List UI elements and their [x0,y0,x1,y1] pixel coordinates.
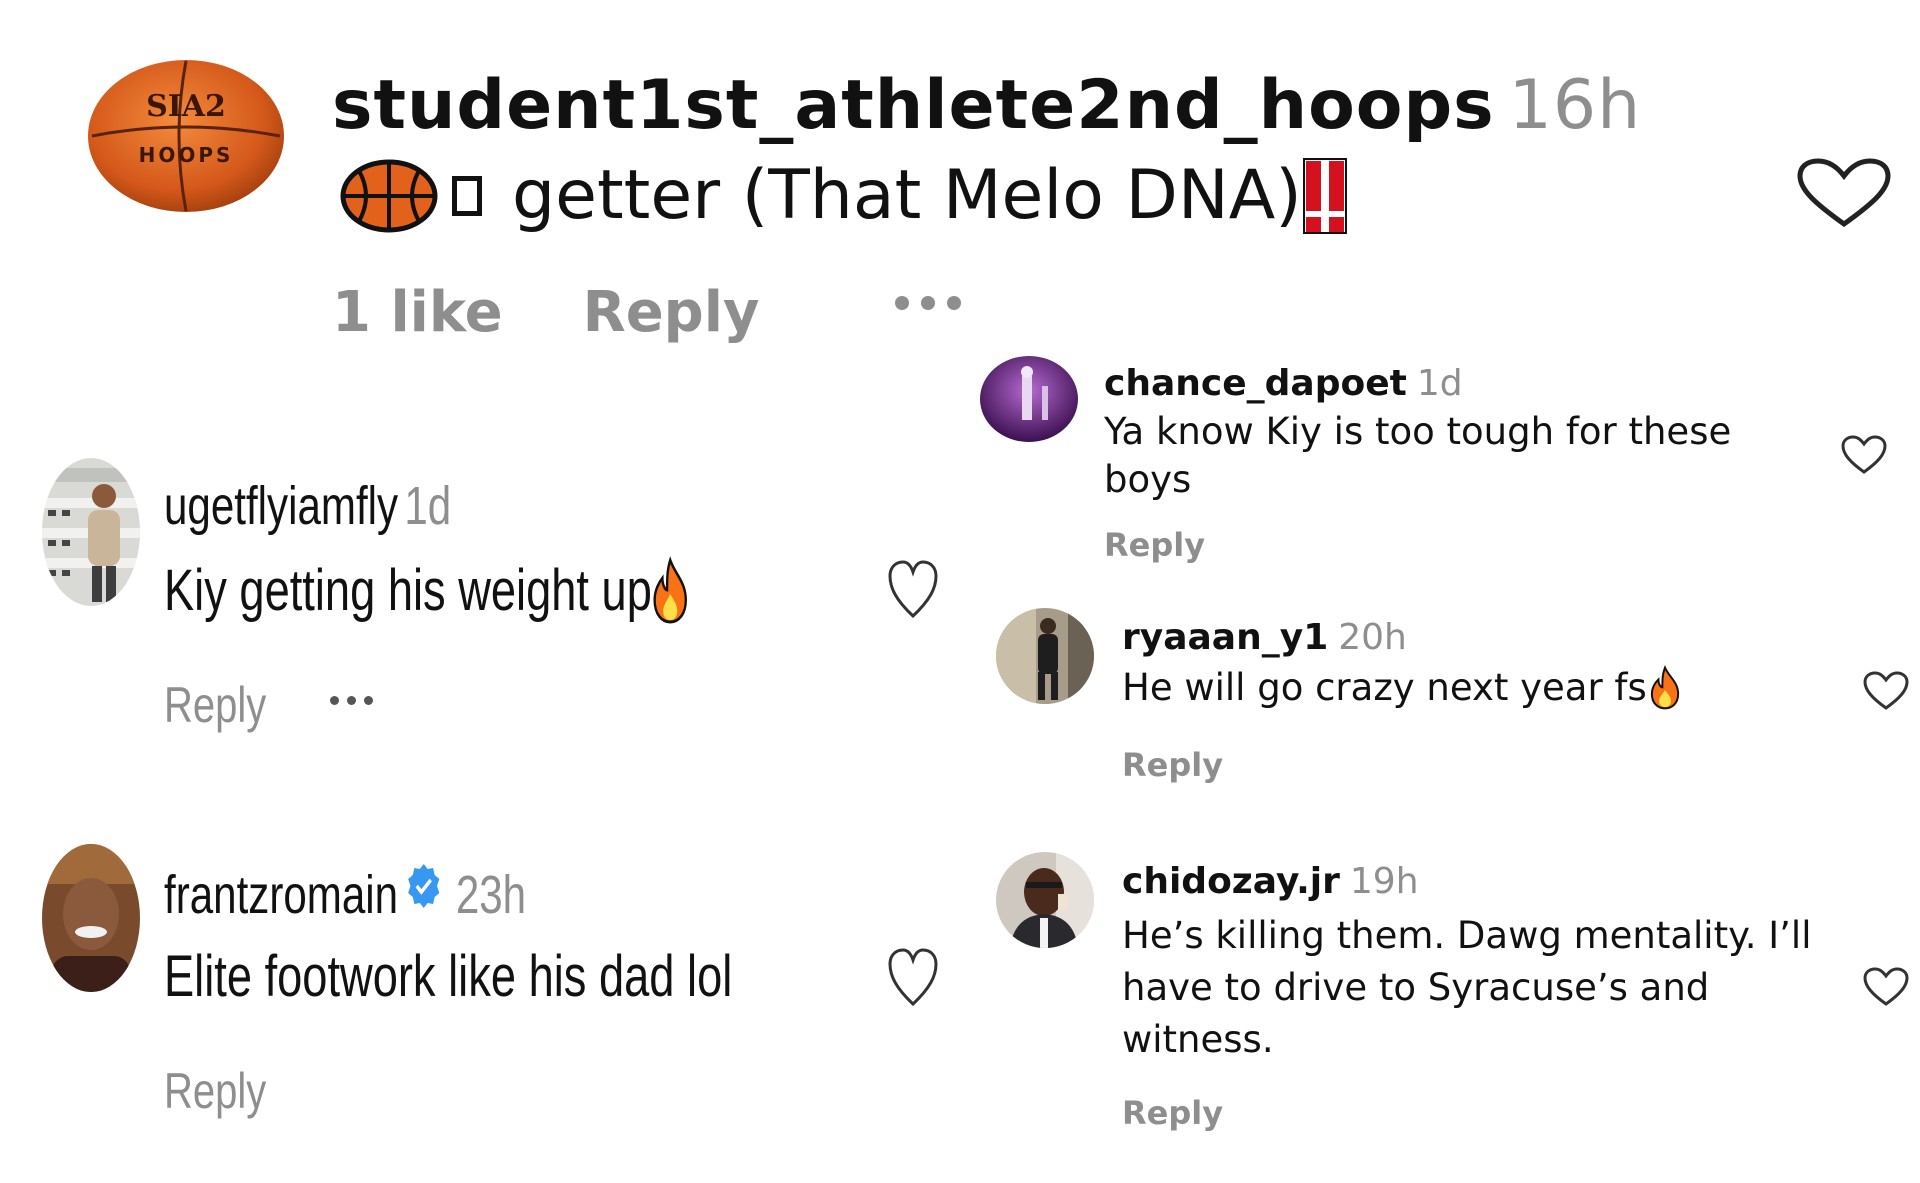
comment-username-line: ryaaan_y1 20h [1122,616,1407,660]
avatar[interactable] [980,356,1078,442]
comment-timestamp: 1d [1416,363,1463,404]
comment-text: Kiy getting his weight up [164,556,689,626]
avatar[interactable] [996,608,1094,704]
comment-like-heart-icon[interactable] [1862,670,1910,712]
svg-text:SIA2: SIA2 [146,89,226,124]
comment-timestamp: 19h [1349,861,1419,902]
basketball-icon [340,159,438,233]
comment-timestamp: 23h [455,865,527,925]
double-exclamation-icon [1302,157,1350,235]
comment-username-line: chance_dapoet 1d [1104,362,1463,406]
comment-reply-button[interactable]: Reply [164,676,266,734]
post-actions: 1 like Reply [332,280,962,345]
comment-username[interactable]: ryaaan_y1 [1122,617,1328,658]
more-icon[interactable] [330,696,373,705]
comment-reply-button[interactable]: Reply [1122,1094,1223,1132]
comment-like-heart-icon[interactable] [886,946,940,1008]
post-avatar[interactable]: SIA2 HOOPS [86,58,286,214]
comment-reply-button[interactable]: Reply [164,1062,266,1120]
comment-like-heart-icon[interactable] [1840,434,1888,476]
post-like-heart-icon[interactable] [1796,158,1892,228]
comment-text: Ya know Kiy is too tough for these boys [1104,410,1732,501]
avatar[interactable] [42,458,140,606]
missing-glyph-icon [452,176,482,216]
comment-username[interactable]: chidozay.jr [1122,861,1340,902]
comment-text: Elite footwork like his dad lol [164,944,733,1009]
comment-username[interactable]: ugetflyiamfly [164,476,398,536]
fire-icon [652,556,689,626]
post-caption-text: getter (That Melo DNA) [512,156,1302,235]
comment-username[interactable]: frantzromain [164,863,398,927]
comment-text: He will go crazy next year fs [1122,664,1683,712]
comment-timestamp: 20h [1338,617,1407,658]
comment-username-line: frantzromain 23h [164,862,526,928]
comment-text: He’s killing them. Dawg mentality. I’ll … [1122,914,1812,1061]
comment-reply-button[interactable]: Reply [1122,746,1223,784]
comment-username-line: chidozay.jr 19h [1122,860,1419,904]
avatar[interactable] [996,852,1094,948]
fire-icon [1647,665,1683,711]
verified-badge-icon [406,862,442,928]
post-reply-button[interactable]: Reply [583,280,760,345]
comment-like-heart-icon[interactable] [886,558,940,620]
post-caption: getter (That Melo DNA) [340,152,1350,240]
post-timestamp: 16h [1508,66,1642,145]
svg-text:HOOPS: HOOPS [139,143,234,167]
post-likes[interactable]: 1 like [332,280,503,345]
avatar[interactable] [42,844,140,992]
comment-timestamp: 1d [404,476,452,536]
post-username-line: student1st_athlete2nd_hoops 16h [332,62,1641,150]
comment-username[interactable]: chance_dapoet [1104,363,1407,404]
comment-username-line: ugetflyiamfly 1d [164,474,451,538]
comment-reply-button[interactable]: Reply [1104,526,1205,564]
comment-like-heart-icon[interactable] [1862,966,1910,1008]
more-icon[interactable] [895,295,962,310]
post-username[interactable]: student1st_athlete2nd_hoops [332,66,1495,145]
